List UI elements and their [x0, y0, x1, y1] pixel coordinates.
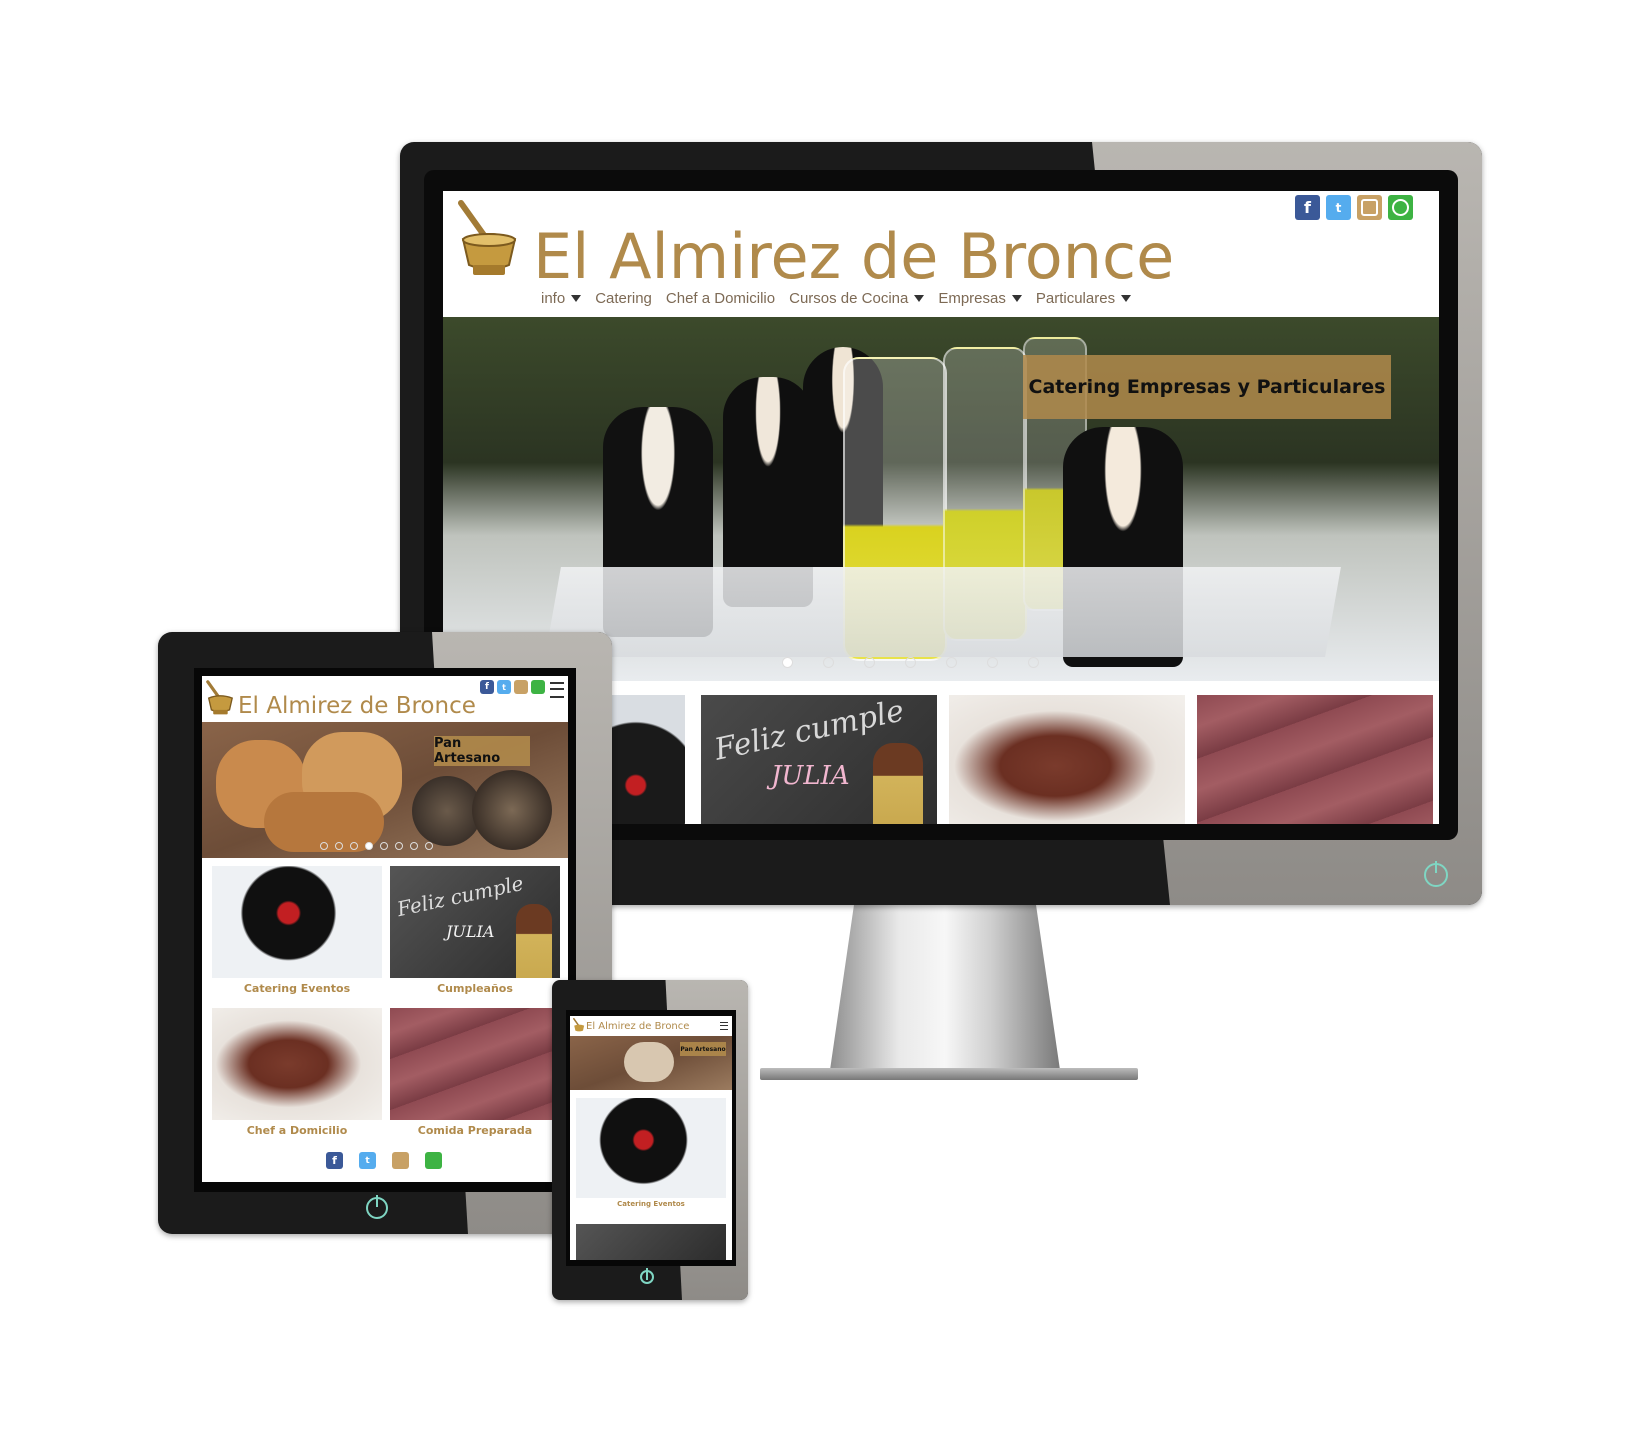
tablet-footer-social: f t	[326, 1152, 442, 1169]
caret-down-icon	[914, 295, 925, 303]
caret-down-icon	[1121, 295, 1132, 303]
slider-dot[interactable]	[1028, 657, 1039, 668]
desktop-social-bar: f t	[1295, 195, 1413, 220]
hero-bread-image	[624, 1042, 674, 1082]
caret-down-icon	[1011, 295, 1022, 303]
slider-dot[interactable]	[905, 657, 916, 668]
instagram-icon[interactable]	[1357, 195, 1382, 220]
desktop-slider-dots	[782, 657, 1039, 668]
desktop-hero-slider[interactable]: Catering Empresas y Particulares	[443, 317, 1439, 681]
nav-cursos-de-cocina[interactable]: Cursos de Cocina	[789, 290, 925, 307]
nav-empresas[interactable]: Empresas	[938, 290, 1022, 307]
phone-tile-partial[interactable]	[576, 1224, 726, 1260]
mortar-logo-icon[interactable]	[204, 680, 236, 718]
tile-image-comida-preparada	[390, 1008, 560, 1120]
phone-device: El Almirez de Bronce Pan Artesano Cateri…	[552, 980, 748, 1300]
instagram-icon[interactable]	[392, 1152, 409, 1169]
desktop-site-title[interactable]: El Almirez de Bronce	[533, 221, 1174, 293]
tile-caption: Chef a Domicilio	[246, 1124, 348, 1137]
thumb-image-chef[interactable]	[949, 695, 1185, 824]
tablet-hero-caption-text: Pan Artesano	[434, 736, 501, 766]
tile-image-catering-eventos	[212, 866, 382, 978]
hamburger-menu-icon[interactable]	[550, 682, 564, 698]
twitter-icon[interactable]: t	[1326, 195, 1351, 220]
phone-hero-caption-box: Pan Artesano	[680, 1042, 726, 1056]
slider-dot[interactable]	[782, 657, 793, 668]
tile-image-catering-eventos	[576, 1098, 726, 1198]
monitor-stand-base	[760, 1068, 1138, 1080]
tablet-tile[interactable]: Chef a Domicilio	[212, 1008, 382, 1140]
hamburger-menu-icon[interactable]	[720, 1022, 728, 1030]
slider-dot[interactable]	[987, 657, 998, 668]
slider-dot[interactable]	[425, 842, 433, 850]
thumb-image-cumpleanos[interactable]: Feliz cumple JULIA	[701, 693, 937, 824]
mortar-logo-icon[interactable]	[453, 199, 523, 283]
slider-dot[interactable]	[395, 842, 403, 850]
tablet-social-bar: f t	[480, 680, 545, 694]
tablet-tile[interactable]: Feliz cumple JULIA Cumpleaños	[390, 866, 560, 998]
facebook-icon[interactable]: f	[326, 1152, 343, 1169]
tablet-screen: El Almirez de Bronce f t Pan Artesano Ca…	[202, 676, 568, 1182]
thumb-image-comida[interactable]	[1197, 695, 1433, 824]
slider-dot[interactable]	[946, 657, 957, 668]
phone-screen: El Almirez de Bronce Pan Artesano Cateri…	[570, 1016, 732, 1260]
tablet-hero-caption-box: Pan Artesano	[434, 736, 530, 766]
power-icon[interactable]	[366, 1197, 388, 1219]
phone-site-title[interactable]: El Almirez de Bronce	[586, 1021, 689, 1033]
tile-image-chef-a-domicilio	[212, 1008, 382, 1120]
tablet-hero-slider[interactable]: Pan Artesano	[202, 722, 568, 858]
slider-dot[interactable]	[823, 657, 834, 668]
tile-caption: Cumpleaños	[437, 982, 513, 995]
slider-dot[interactable]	[864, 657, 875, 668]
slider-dot[interactable]	[335, 842, 343, 850]
twitter-icon[interactable]: t	[359, 1152, 376, 1169]
tile-caption: Comida Preparada	[417, 1124, 533, 1137]
facebook-icon[interactable]: f	[1295, 195, 1320, 220]
thumb-image-catering[interactable]	[603, 695, 685, 824]
mortar-logo-icon[interactable]	[572, 1018, 586, 1034]
hero-caption-box: Catering Empresas y Particulares	[1023, 355, 1391, 419]
instagram-icon[interactable]	[514, 680, 528, 694]
nav-info[interactable]: info	[541, 290, 582, 307]
nav-chef-a-domicilio[interactable]: Chef a Domicilio	[666, 290, 775, 307]
slider-dot[interactable]	[410, 842, 418, 850]
power-icon[interactable]	[640, 1270, 654, 1284]
facebook-icon[interactable]: f	[480, 680, 494, 694]
slider-dot[interactable]	[320, 842, 328, 850]
nav-particulares[interactable]: Particulares	[1036, 290, 1132, 307]
tablet-site-title[interactable]: El Almirez de Bronce	[238, 692, 476, 720]
whatsapp-icon[interactable]	[425, 1152, 442, 1169]
monitor-stand-neck	[830, 880, 1060, 1070]
slider-dot[interactable]	[365, 842, 373, 850]
desktop-nav: info Catering Chef a Domicilio Cursos de…	[541, 287, 1132, 309]
tablet-slider-dots	[320, 842, 433, 850]
tablet-tile[interactable]: Comida Preparada	[390, 1008, 560, 1140]
tile-image-cumpleanos: Feliz cumple JULIA	[390, 866, 560, 978]
whatsapp-icon[interactable]	[1388, 195, 1413, 220]
tablet-device: El Almirez de Bronce f t Pan Artesano Ca…	[158, 632, 612, 1234]
tile-caption: Catering Eventos	[243, 982, 351, 995]
tile-caption: Catering Eventos	[617, 1200, 685, 1208]
hero-caption-text: Catering Empresas y Particulares	[1028, 376, 1386, 398]
desktop-header: El Almirez de Bronce info Catering Chef …	[443, 191, 1439, 317]
slider-dot[interactable]	[380, 842, 388, 850]
twitter-icon[interactable]: t	[497, 680, 511, 694]
slider-dot[interactable]	[350, 842, 358, 850]
whatsapp-icon[interactable]	[531, 680, 545, 694]
phone-tile[interactable]: Catering Eventos	[576, 1098, 726, 1214]
phone-hero-slider[interactable]: Pan Artesano	[570, 1036, 732, 1090]
nav-catering[interactable]: Catering	[595, 290, 652, 307]
phone-hero-caption-text: Pan Artesano	[680, 1045, 726, 1053]
tablet-tile[interactable]: Catering Eventos	[212, 866, 382, 998]
caret-down-icon	[571, 295, 582, 303]
power-icon[interactable]	[1424, 863, 1448, 887]
